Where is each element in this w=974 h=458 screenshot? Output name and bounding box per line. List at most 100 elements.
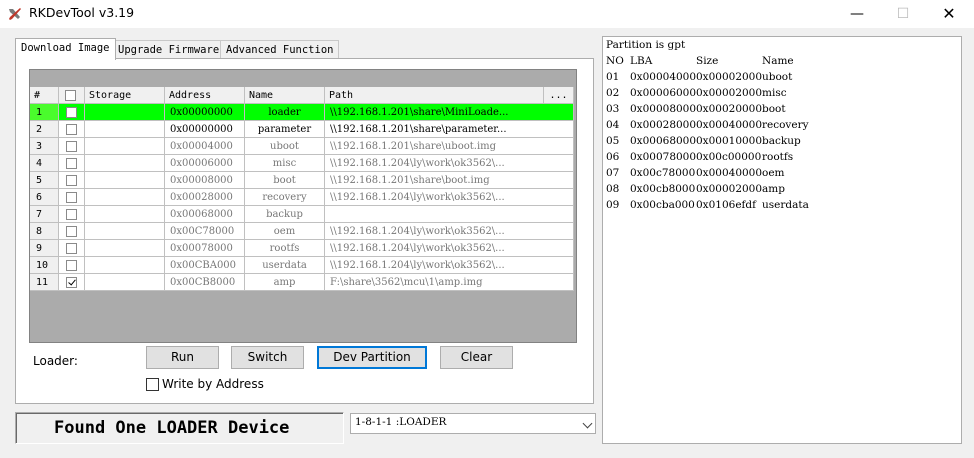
row-number[interactable]: 2 (30, 121, 59, 138)
name-cell[interactable]: backup (245, 206, 325, 223)
device-select[interactable]: 1-8-1-1 :LOADER (350, 413, 596, 434)
address-cell[interactable]: 0x00004000 (165, 138, 245, 155)
col-header-storage[interactable]: Storage (85, 87, 165, 104)
table-row[interactable]: 0x00000000 parameter \\192.168.1.201\share… (59, 121, 574, 138)
path-cell[interactable]: \\192.168.1.204\ly\work\ok3562\... (325, 155, 574, 172)
write-by-address-checkbox[interactable] (146, 378, 159, 391)
name-cell[interactable]: oem (245, 223, 325, 240)
address-cell[interactable]: 0x00068000 (165, 206, 245, 223)
row-checkbox-cell[interactable] (59, 138, 85, 155)
row-number[interactable]: 3 (30, 138, 59, 155)
col-header-check[interactable] (59, 87, 85, 104)
storage-cell[interactable] (85, 206, 165, 223)
address-cell[interactable]: 0x00000000 (165, 121, 245, 138)
row-checkbox[interactable] (66, 141, 77, 152)
address-cell[interactable]: 0x00008000 (165, 172, 245, 189)
col-header-name[interactable]: Name (245, 87, 325, 104)
name-cell[interactable]: parameter (245, 121, 325, 138)
row-checkbox-cell[interactable] (59, 206, 85, 223)
address-cell[interactable]: 0x00CBA000 (165, 257, 245, 274)
row-number[interactable]: 7 (30, 206, 59, 223)
close-button[interactable]: ✕ (926, 0, 972, 28)
row-checkbox-cell[interactable] (59, 172, 85, 189)
name-cell[interactable]: amp (245, 274, 325, 291)
row-number[interactable]: 6 (30, 189, 59, 206)
row-number[interactable]: 10 (30, 257, 59, 274)
table-row[interactable]: 0x00068000 backup (59, 206, 574, 223)
row-checkbox-cell[interactable] (59, 121, 85, 138)
storage-cell[interactable] (85, 189, 165, 206)
table-row[interactable]: 0x00CBA000 userdata \\192.168.1.204\ly\wor… (59, 257, 574, 274)
path-cell[interactable]: \\192.168.1.201\share\uboot.img (325, 138, 574, 155)
path-cell[interactable]: \\192.168.1.204\ly\work\ok3562\... (325, 257, 574, 274)
storage-cell[interactable] (85, 257, 165, 274)
storage-cell[interactable] (85, 121, 165, 138)
select-all-checkbox[interactable] (65, 90, 76, 101)
address-cell[interactable]: 0x00078000 (165, 240, 245, 257)
row-checkbox[interactable] (66, 107, 77, 118)
image-grid[interactable]: # Storage Address Name Path ... 1 0x00000… (29, 69, 577, 343)
row-checkbox-cell[interactable] (59, 155, 85, 172)
path-cell[interactable]: F:\share\3562\mcu\1\amp.img (325, 274, 574, 291)
path-cell[interactable]: \\192.168.1.204\ly\work\ok3562\... (325, 223, 574, 240)
row-number[interactable]: 9 (30, 240, 59, 257)
row-checkbox[interactable] (66, 277, 77, 288)
name-cell[interactable]: rootfs (245, 240, 325, 257)
tab-download-image[interactable]: Download Image (15, 38, 116, 60)
row-number[interactable]: 8 (30, 223, 59, 240)
row-checkbox-cell[interactable] (59, 274, 85, 291)
path-cell[interactable]: \\192.168.1.204\ly\work\ok3562\... (325, 189, 574, 206)
table-row[interactable]: 0x00028000 recovery \\192.168.1.204\ly\wor… (59, 189, 574, 206)
name-cell[interactable]: misc (245, 155, 325, 172)
row-checkbox-cell[interactable] (59, 189, 85, 206)
table-row[interactable]: 0x00000000 loader \\192.168.1.201\share\Mi… (59, 104, 574, 121)
table-row[interactable]: 0x00CB8000 amp F:\share\3562\mcu\1\amp.img (59, 274, 574, 291)
row-number[interactable]: 11 (30, 274, 59, 291)
row-number[interactable]: 4 (30, 155, 59, 172)
path-cell[interactable]: \\192.168.1.201\share\parameter... (325, 121, 574, 138)
minimize-button[interactable]: — (834, 0, 880, 28)
storage-cell[interactable] (85, 223, 165, 240)
row-checkbox-cell[interactable] (59, 257, 85, 274)
address-cell[interactable]: 0x00000000 (165, 104, 245, 121)
maximize-button[interactable]: ☐ (880, 0, 926, 28)
storage-cell[interactable] (85, 240, 165, 257)
run-button[interactable]: Run (146, 346, 219, 369)
name-cell[interactable]: boot (245, 172, 325, 189)
path-cell[interactable]: \\192.168.1.201\share\boot.img (325, 172, 574, 189)
table-row[interactable]: 0x00004000 uboot \\192.168.1.201\share\ubo… (59, 138, 574, 155)
row-number[interactable]: 5 (30, 172, 59, 189)
clear-button[interactable]: Clear (440, 346, 513, 369)
name-cell[interactable]: loader (245, 104, 325, 121)
row-checkbox[interactable] (66, 175, 77, 186)
storage-cell[interactable] (85, 155, 165, 172)
row-checkbox[interactable] (66, 192, 77, 203)
table-row[interactable]: 0x00078000 rootfs \\192.168.1.204\ly\work\… (59, 240, 574, 257)
row-checkbox-cell[interactable] (59, 223, 85, 240)
row-checkbox[interactable] (66, 243, 77, 254)
path-cell[interactable]: \\192.168.1.204\ly\work\ok3562\... (325, 240, 574, 257)
table-row[interactable]: 0x00006000 misc \\192.168.1.204\ly\work\ok… (59, 155, 574, 172)
address-cell[interactable]: 0x00CB8000 (165, 274, 245, 291)
storage-cell[interactable] (85, 274, 165, 291)
col-header-path[interactable]: Path (325, 87, 544, 104)
address-cell[interactable]: 0x00028000 (165, 189, 245, 206)
storage-cell[interactable] (85, 172, 165, 189)
switch-button[interactable]: Switch (231, 346, 304, 369)
name-cell[interactable]: recovery (245, 189, 325, 206)
path-cell[interactable] (325, 206, 574, 223)
row-number[interactable]: 1 (30, 104, 59, 121)
name-cell[interactable]: uboot (245, 138, 325, 155)
row-checkbox-cell[interactable] (59, 240, 85, 257)
col-header-address[interactable]: Address (165, 87, 245, 104)
name-cell[interactable]: userdata (245, 257, 325, 274)
storage-cell[interactable] (85, 138, 165, 155)
table-row[interactable]: 0x00008000 boot \\192.168.1.201\share\boot… (59, 172, 574, 189)
path-cell[interactable]: \\192.168.1.201\share\MiniLoade... (325, 104, 574, 121)
row-checkbox[interactable] (66, 158, 77, 169)
address-cell[interactable]: 0x00C78000 (165, 223, 245, 240)
col-header-more[interactable]: ... (544, 87, 574, 104)
row-checkbox[interactable] (66, 124, 77, 135)
table-row[interactable]: 0x00C78000 oem \\192.168.1.204\ly\work\ok3… (59, 223, 574, 240)
row-checkbox[interactable] (66, 209, 77, 220)
